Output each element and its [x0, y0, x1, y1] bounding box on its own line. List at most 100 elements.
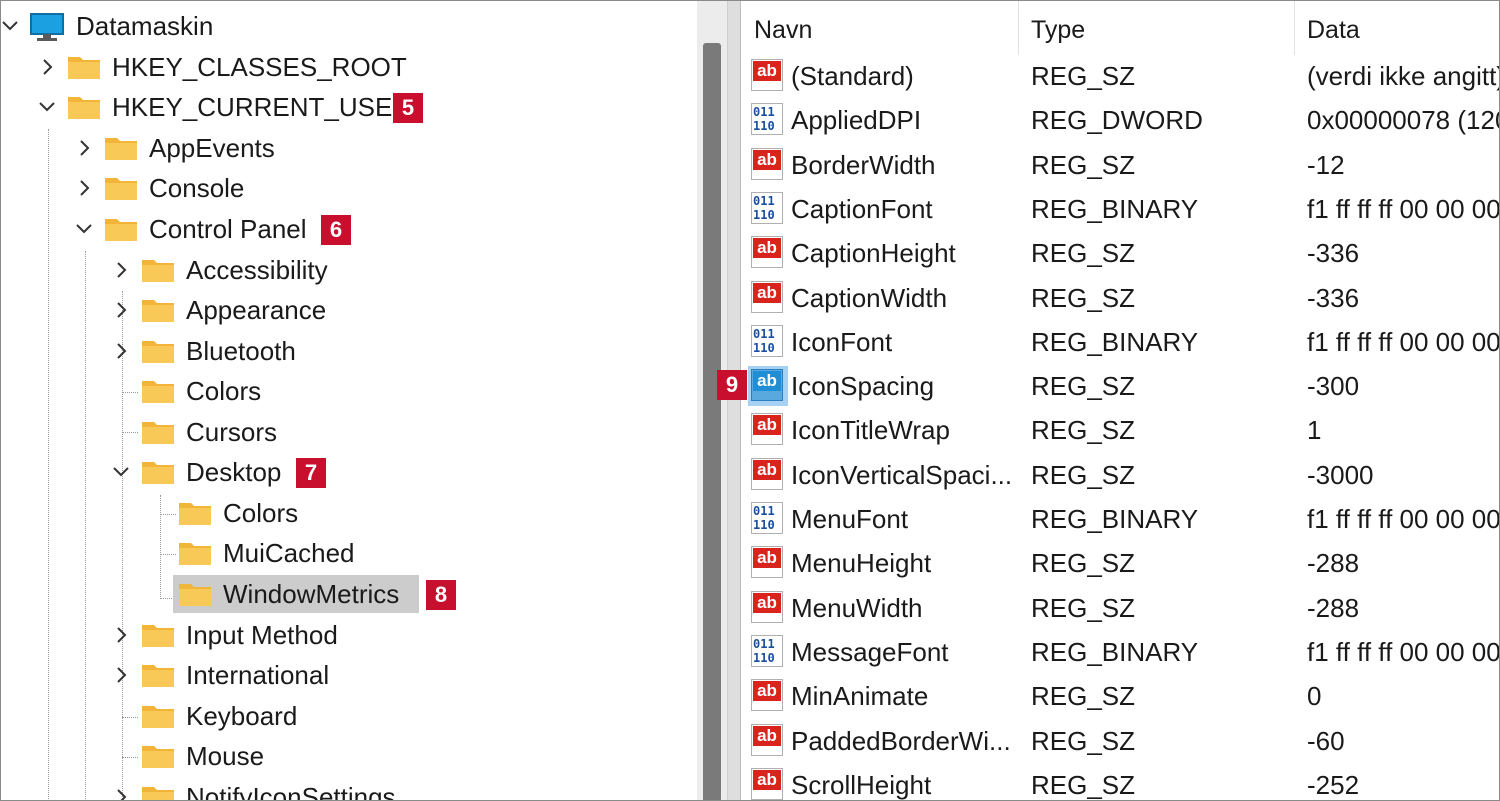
value-row[interactable]: ab MenuWidth REG_SZ -288 [741, 586, 1499, 630]
chevron-down-icon[interactable] [38, 97, 56, 117]
value-name: CaptionFont [791, 193, 933, 224]
tree-item-desktop-colors[interactable]: Colors [1, 493, 691, 533]
tree-item-keyboard[interactable]: Keyboard [1, 696, 691, 736]
value-row[interactable]: ab CaptionHeight REG_SZ -336 [741, 231, 1499, 275]
tree-item-control-panel[interactable]: Control Panel 6 [1, 209, 691, 249]
column-header-type[interactable]: Type [1031, 1, 1281, 55]
string-value-icon: ab [751, 413, 785, 447]
tree-item-desktop[interactable]: Desktop 7 [1, 452, 691, 492]
value-row[interactable]: ab (Standard) REG_SZ (verdi ikke angitt) [741, 54, 1500, 98]
value-data: -252 [1307, 769, 1360, 800]
value-type: REG_SZ [1031, 592, 1136, 623]
chevron-right-icon[interactable] [112, 787, 130, 800]
value-row[interactable]: 011 110 MenuFont REG_BINARY f1 ff ff ff 00 0… [741, 497, 1499, 541]
value-row[interactable]: ab MinAnimate REG_SZ 0 [741, 674, 1499, 718]
tree-item-hkey-current-user[interactable]: HKEY_CURRENT_USER 5 [1, 87, 691, 127]
tree-item-label: HKEY_CLASSES_ROOT [112, 52, 407, 82]
string-value-icon: ab [751, 236, 785, 270]
value-data: -12 [1307, 149, 1345, 180]
value-name: IconFont [791, 326, 893, 357]
tree-scrollbar[interactable] [697, 1, 727, 800]
value-row[interactable]: ab ScrollHeight REG_SZ -252 [741, 763, 1499, 800]
tree-item-muicached[interactable]: MuiCached [1, 533, 691, 573]
pane-splitter[interactable] [727, 1, 741, 800]
value-data: f1 ff ff ff 00 00 00 00 [1307, 636, 1500, 667]
callout-badge: 8 [426, 580, 456, 610]
tree-item-international[interactable]: International [1, 655, 691, 695]
tree-item-label: International [186, 660, 330, 690]
tree-item-computer[interactable]: Datamaskin [1, 6, 691, 46]
value-type: REG_SZ [1031, 282, 1136, 313]
column-header-name[interactable]: Navn [754, 1, 1014, 55]
value-type: REG_SZ [1031, 415, 1136, 446]
chevron-right-icon[interactable] [38, 57, 56, 77]
value-name: (Standard) [791, 61, 914, 91]
string-value-icon: ab [751, 457, 785, 492]
tree-item-colors[interactable]: Colors [1, 371, 691, 411]
chevron-right-icon[interactable] [112, 665, 130, 685]
tree-item-input-method[interactable]: Input Method [1, 615, 691, 655]
folder-icon [141, 622, 175, 648]
value-list[interactable]: Navn Type Data ab (Standard) REG_SZ (verdi … [741, 1, 1500, 800]
chevron-right-icon[interactable] [112, 341, 130, 361]
value-name: MenuFont [791, 504, 909, 534]
chevron-right-icon[interactable] [112, 300, 130, 320]
value-row[interactable]: ab CaptionWidth REG_SZ -336 [741, 276, 1499, 320]
tree-item-hkey-classes-root[interactable]: HKEY_CLASSES_ROOT [1, 47, 691, 87]
folder-icon [104, 135, 138, 161]
tree-item-appevents[interactable]: AppEvents [1, 128, 691, 168]
value-row[interactable]: 011 110 MessageFont REG_BINARY f1 ff ff ff 0… [741, 630, 1500, 674]
tree-item-label: Appearance [186, 295, 327, 325]
column-divider[interactable] [1294, 1, 1295, 55]
chevron-right-icon[interactable] [75, 138, 93, 158]
value-row[interactable]: ab IconSpacing REG_SZ -300 [741, 364, 1499, 408]
tree-item-mouse[interactable]: Mouse [1, 736, 691, 776]
value-row[interactable]: ab PaddedBorderWi... REG_SZ -60 [741, 719, 1499, 763]
tree-item-console[interactable]: Console [1, 168, 691, 208]
value-data: -3000 [1307, 459, 1374, 490]
value-name: MessageFont [791, 636, 949, 667]
tree-item-label: NotifyIconSettings [186, 782, 396, 801]
value-name: ScrollHeight [791, 769, 932, 800]
value-type: REG_SZ [1031, 769, 1136, 800]
chevron-right-icon[interactable] [75, 178, 93, 198]
value-row[interactable]: ab MenuHeight REG_SZ -288 [741, 541, 1499, 585]
folder-icon [141, 378, 175, 404]
folder-icon [178, 500, 212, 526]
column-header-data[interactable]: Data [1307, 1, 1499, 55]
value-data: (verdi ikke angitt) [1307, 61, 1500, 91]
value-row[interactable]: 011 110 CaptionFont REG_BINARY f1 ff ff ff 0… [741, 187, 1499, 231]
value-row[interactable]: ab IconVerticalSpaci... REG_SZ -3000 [741, 453, 1499, 497]
tree-item-bluetooth[interactable]: Bluetooth [1, 331, 691, 371]
tree-item-windowmetrics[interactable]: WindowMetrics 8 [1, 574, 691, 614]
chevron-right-icon[interactable] [112, 625, 130, 645]
folder-icon [178, 581, 212, 607]
tree-item-appearance[interactable]: Appearance [1, 290, 691, 330]
tree-item-cursors[interactable]: Cursors [1, 412, 691, 452]
tree-item-label: Control Panel [149, 214, 307, 244]
callout-badge: 9 [717, 370, 747, 400]
scrollbar-thumb[interactable] [703, 43, 721, 800]
value-row[interactable]: ab IconTitleWrap REG_SZ 1 [741, 408, 1499, 452]
tree-item-label: Colors [186, 376, 262, 406]
folder-icon [141, 297, 175, 323]
string-value-icon: ab [751, 280, 785, 315]
value-row[interactable]: 011 110 AppliedDPI REG_DWORD 0x00000078 (120… [741, 98, 1500, 142]
tree-item-label: HKEY_CURRENT_USER [112, 92, 412, 122]
tree-item-notifyiconsettings[interactable]: NotifyIconSettings [1, 777, 691, 801]
chevron-down-icon[interactable] [75, 219, 93, 239]
string-value-icon: ab [751, 546, 785, 580]
tree-item-accessibility[interactable]: Accessibility [1, 250, 691, 290]
chevron-down-icon[interactable] [1, 16, 19, 36]
tree-item-label: Cursors [186, 417, 278, 447]
chevron-right-icon[interactable] [112, 260, 130, 280]
column-divider[interactable] [1018, 1, 1019, 55]
string-value-icon: ab [751, 369, 785, 403]
value-row[interactable]: 011 110 IconFont REG_BINARY f1 ff ff ff 00 0… [741, 320, 1499, 364]
registry-tree[interactable]: Datamaskin HKEY_CLASSES_ROOT HKEY_CURREN… [1, 1, 696, 801]
value-row[interactable]: ab BorderWidth REG_SZ -12 [741, 143, 1499, 187]
value-data: 0x00000078 (120) [1307, 105, 1500, 136]
value-type: REG_SZ [1031, 681, 1136, 712]
chevron-down-icon[interactable] [112, 462, 130, 482]
tree-item-label: Colors [223, 498, 299, 528]
